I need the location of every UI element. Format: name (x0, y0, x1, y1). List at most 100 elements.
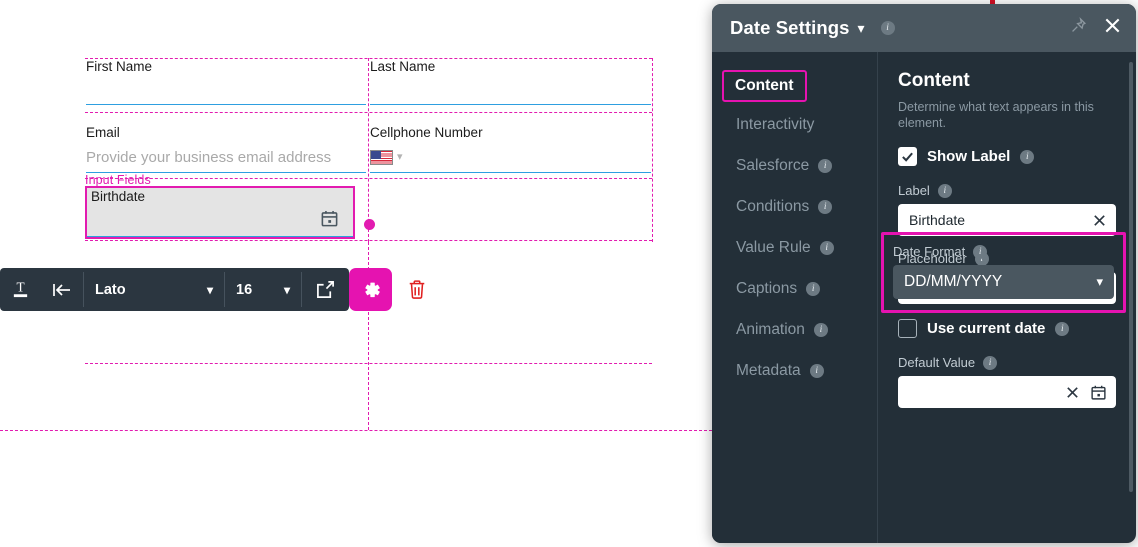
tab-label: Conditions (736, 198, 810, 215)
field-underline (87, 236, 353, 237)
chevron-down-icon: ▾ (397, 151, 403, 163)
tab-label: Value Rule (736, 239, 811, 256)
tab-label: Captions (736, 280, 798, 297)
element-toolbar[interactable]: T Lato ▾ 16 ▾ (0, 268, 437, 311)
canvas-field-birthdate-selected[interactable]: Birthdate (85, 186, 375, 239)
field-underline (370, 104, 651, 105)
open-external-button[interactable] (302, 268, 349, 311)
label-field-label: Label i (898, 183, 1116, 198)
use-current-date-checkbox[interactable] (898, 319, 917, 338)
external-link-icon (317, 281, 334, 298)
app-root: First Name Last Name Email Provide your … (0, 0, 1138, 547)
pin-icon (1072, 17, 1087, 32)
tab-interactivity[interactable]: Interactivity (722, 108, 867, 142)
form-canvas[interactable]: First Name Last Name Email Provide your … (0, 0, 712, 547)
date-format-field-label: Date Format i (893, 244, 1114, 259)
chevron-down-icon: ▾ (1096, 274, 1103, 289)
calendar-icon (1091, 385, 1106, 400)
tab-label: Interactivity (736, 116, 815, 133)
info-icon[interactable]: i (880, 21, 895, 35)
close-icon (1105, 18, 1120, 33)
show-label-text: Show Label (927, 148, 1011, 165)
info-icon[interactable]: i (1020, 149, 1035, 164)
use-current-date-row[interactable]: Use current date i (898, 319, 1116, 338)
clear-label-button[interactable] (1092, 213, 1107, 228)
close-button[interactable] (1103, 16, 1122, 40)
delete-button[interactable] (396, 268, 437, 311)
tab-label: Metadata (736, 362, 801, 379)
trash-icon (409, 280, 424, 299)
date-format-value: DD/MM/YYYY (904, 273, 1003, 290)
svg-text:T: T (16, 279, 24, 294)
field-underline (86, 104, 366, 105)
info-icon[interactable]: i (809, 364, 824, 378)
chevron-down-icon: ▾ (206, 282, 213, 297)
tab-metadata[interactable]: Metadata i (722, 354, 867, 388)
info-icon[interactable]: i (819, 241, 834, 255)
info-icon[interactable]: i (818, 159, 833, 173)
resize-handle[interactable] (364, 219, 375, 230)
date-settings-panel: Date Settings ▾ i Content Interactivity … (712, 4, 1136, 543)
guide-line (368, 58, 369, 242)
field-underline (370, 172, 651, 173)
close-icon (1094, 214, 1105, 226)
label-text: Default Value (898, 355, 976, 370)
default-value-input[interactable] (898, 376, 1116, 408)
date-format-group: Date Format i DD/MM/YYYY ▾ (881, 232, 1126, 313)
show-label-row[interactable]: Show Label i (898, 147, 1116, 166)
guide-line (0, 430, 712, 431)
tab-animation[interactable]: Animation i (722, 313, 867, 347)
tab-value-rule[interactable]: Value Rule i (722, 231, 867, 265)
close-icon (1067, 386, 1078, 398)
default-value-calendar-button[interactable] (1090, 384, 1107, 401)
label-input-value: Birthdate (909, 212, 966, 228)
tab-salesforce[interactable]: Salesforce i (722, 149, 867, 183)
text-format-button[interactable]: T (0, 268, 41, 311)
font-family-select[interactable]: Lato ▾ (84, 268, 224, 311)
info-icon[interactable]: i (937, 183, 952, 198)
settings-tab-list[interactable]: Content Interactivity Salesforce i Condi… (712, 52, 878, 543)
tab-captions[interactable]: Captions i (722, 272, 867, 306)
info-icon[interactable]: i (806, 282, 821, 296)
tab-conditions[interactable]: Conditions i (722, 190, 867, 224)
info-icon[interactable]: i (983, 355, 998, 370)
use-current-date-text: Use current date (927, 320, 1046, 337)
check-icon (902, 152, 913, 162)
section-heading: Content (898, 70, 970, 91)
info-icon[interactable]: i (973, 244, 988, 259)
guide-line (652, 58, 653, 242)
label-text: Label (898, 183, 930, 198)
gear-icon (364, 282, 380, 297)
chevron-down-icon[interactable]: ▾ (858, 20, 865, 37)
field-label: First Name (86, 59, 153, 74)
tab-label: Salesforce (736, 157, 810, 174)
content-scrollbar[interactable] (1129, 62, 1133, 492)
field-label: Cellphone Number (370, 125, 483, 140)
panel-header: Date Settings ▾ i (712, 4, 1136, 52)
text-format-icon: T (13, 279, 28, 298)
clear-default-value-button[interactable] (1065, 385, 1080, 400)
label-text: Date Format (893, 244, 966, 259)
font-size-value: 16 (236, 281, 253, 298)
settings-button[interactable] (349, 268, 392, 311)
default-value-field-label: Default Value i (898, 355, 1116, 370)
font-size-select[interactable]: 16 ▾ (225, 268, 301, 311)
tab-content[interactable]: Content (722, 70, 807, 102)
field-label: Last Name (370, 59, 436, 74)
show-label-checkbox[interactable] (898, 147, 917, 166)
tab-label: Animation (736, 321, 805, 338)
country-selector[interactable]: ▾ (370, 150, 403, 165)
info-icon[interactable]: i (818, 200, 833, 214)
us-flag-icon (370, 150, 393, 165)
calendar-icon[interactable] (320, 209, 339, 228)
indent-left-icon (53, 283, 70, 296)
info-icon[interactable]: i (813, 323, 828, 337)
info-icon[interactable]: i (1055, 321, 1070, 336)
section-description: Determine what text appears in this elem… (898, 100, 1094, 130)
date-format-select[interactable]: DD/MM/YYYY ▾ (893, 265, 1114, 299)
panel-title: Date Settings (730, 17, 850, 38)
section-tag-input-fields: Input Fields (85, 173, 151, 187)
pin-button[interactable] (1070, 17, 1087, 39)
field-placeholder: Provide your business email address (86, 149, 332, 166)
indent-button[interactable] (41, 268, 83, 311)
